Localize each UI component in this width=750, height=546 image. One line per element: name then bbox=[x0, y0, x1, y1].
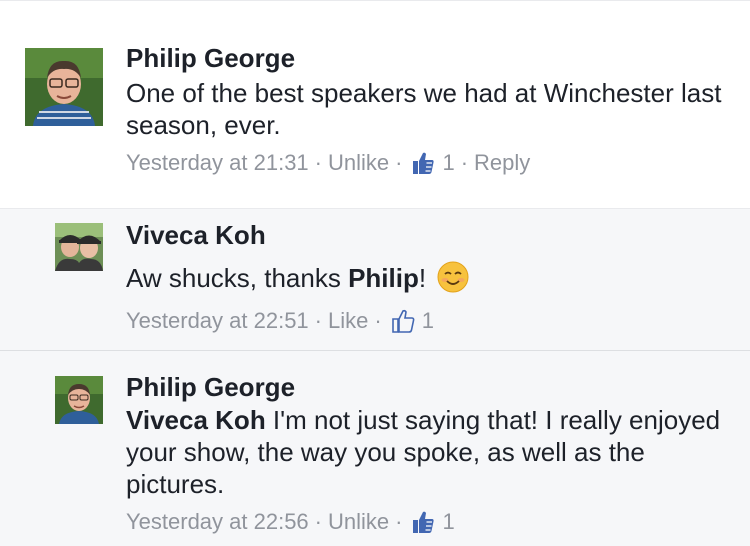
unlike-button[interactable]: Unlike bbox=[328, 149, 389, 177]
avatar[interactable] bbox=[25, 48, 103, 126]
separator: · bbox=[314, 308, 322, 333]
separator: · bbox=[395, 509, 403, 534]
comment-author[interactable]: Viveca Koh bbox=[126, 219, 266, 251]
reply-button[interactable]: Reply bbox=[474, 149, 530, 177]
comment-meta: Yesterday at 22:56 · Unlike · 1 bbox=[126, 508, 455, 536]
comment-text: Aw shucks, thanks Philip! bbox=[126, 261, 469, 294]
reply-comment: Philip George Viveca Koh I'm not just sa… bbox=[0, 350, 750, 546]
avatar[interactable] bbox=[55, 376, 103, 424]
comment-meta: Yesterday at 22:51 · Like · 1 bbox=[126, 307, 434, 335]
avatar[interactable] bbox=[55, 223, 103, 271]
comment-text-part: ! bbox=[418, 263, 427, 293]
comment-timestamp[interactable]: Yesterday at 21:31 bbox=[126, 149, 309, 177]
comment-meta: Yesterday at 21:31 · Unlike · 1 · Reply bbox=[126, 149, 530, 177]
comment-author[interactable]: Philip George bbox=[126, 371, 295, 403]
separator: · bbox=[314, 150, 322, 175]
like-count[interactable]: 1 bbox=[442, 508, 454, 536]
comment-text-part: Aw shucks, thanks bbox=[126, 263, 349, 293]
like-count[interactable]: 1 bbox=[422, 307, 434, 335]
comment-timestamp[interactable]: Yesterday at 22:51 bbox=[126, 307, 309, 335]
like-button[interactable]: Like bbox=[328, 307, 368, 335]
reply-comment: Viveca Koh Aw shucks, thanks Philip! Yes… bbox=[0, 208, 750, 351]
like-count[interactable]: 1 bbox=[442, 149, 454, 177]
separator: · bbox=[460, 150, 469, 175]
tagged-name-link[interactable]: Viveca Koh bbox=[126, 405, 266, 435]
comment-text: One of the best speakers we had at Winch… bbox=[126, 78, 722, 140]
separator: · bbox=[374, 308, 382, 333]
smiling-face-emoji-icon bbox=[437, 261, 469, 293]
comment-author[interactable]: Philip George bbox=[126, 42, 295, 74]
comment-text: Viveca Koh I'm not just saying that! I r… bbox=[126, 404, 726, 500]
comment: Philip George One of the best speakers w… bbox=[0, 0, 750, 209]
tagged-name-link[interactable]: Philip bbox=[348, 263, 419, 293]
comment-timestamp[interactable]: Yesterday at 22:56 bbox=[126, 508, 309, 536]
separator: · bbox=[314, 509, 322, 534]
thumbs-up-icon[interactable] bbox=[410, 150, 436, 176]
separator: · bbox=[395, 150, 403, 175]
thumbs-up-icon[interactable] bbox=[390, 308, 416, 334]
comment-thread: Philip George One of the best speakers w… bbox=[0, 0, 750, 546]
thumbs-up-icon[interactable] bbox=[410, 509, 436, 535]
unlike-button[interactable]: Unlike bbox=[328, 508, 389, 536]
